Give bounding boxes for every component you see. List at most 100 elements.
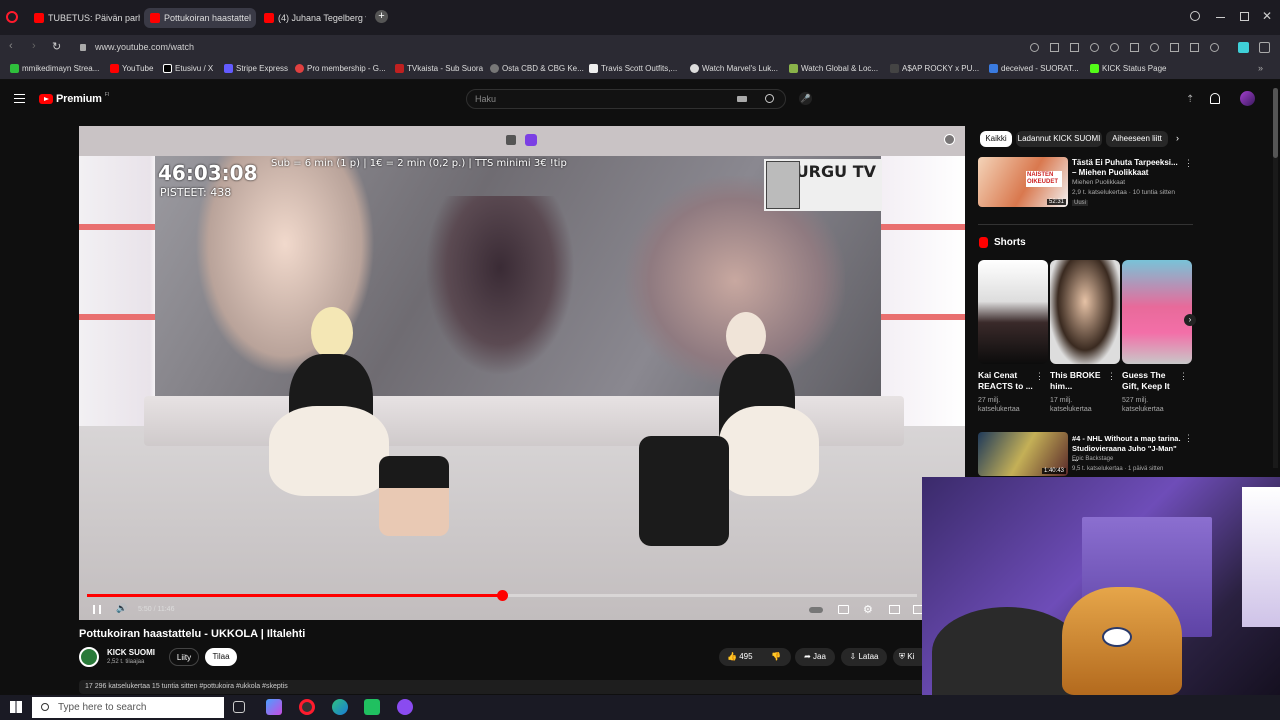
short-thumbnail-1[interactable] — [978, 260, 1048, 364]
maximize-icon[interactable] — [1240, 12, 1249, 21]
chevron-right-icon[interactable]: › — [1176, 133, 1179, 143]
hamburger-menu-icon[interactable] — [14, 94, 25, 103]
close-icon[interactable]: ✕ — [1262, 9, 1272, 23]
bookmark-4[interactable]: Stripe Express — [224, 64, 288, 73]
pause-icon[interactable] — [93, 605, 101, 614]
extension-icons[interactable] — [1030, 43, 1220, 52]
taskbar-search-input[interactable]: Type here to search — [32, 697, 224, 718]
windows-taskbar: Type here to search — [0, 695, 1280, 720]
short-thumbnail-2[interactable] — [1050, 260, 1120, 364]
browser-tab-3[interactable]: (4) Juhana Tegelberg vs La — [258, 8, 366, 28]
like-dislike-button[interactable]: 👍 495 👎 — [719, 648, 791, 666]
extension-aria-icon[interactable] — [1238, 42, 1249, 53]
channel-name[interactable]: KICK SUOMI — [107, 648, 155, 657]
bookmark-3[interactable]: Etusivu / X — [163, 64, 213, 73]
player-controls: 🔊 5:50 / 11:46 ⚙ — [79, 600, 965, 620]
voice-search-icon[interactable]: 🎤 — [799, 92, 812, 105]
info-icon[interactable] — [944, 134, 955, 145]
forward-icon[interactable]: › — [32, 40, 36, 52]
extension-overlay-icon[interactable] — [525, 134, 537, 146]
bookmarks-more-icon[interactable]: » — [1258, 63, 1263, 73]
volume-icon[interactable]: 🔊 — [116, 603, 127, 614]
windows-start-icon[interactable] — [10, 701, 22, 713]
miniplayer-icon[interactable] — [889, 605, 900, 614]
search-tabs-icon[interactable] — [1190, 11, 1200, 21]
bookmark-5[interactable]: Pro membership - G... — [295, 64, 386, 73]
page-scrollbar[interactable] — [1273, 88, 1278, 468]
share-label: Jaa — [813, 652, 826, 661]
more-options-icon[interactable]: ⋮ — [1184, 433, 1193, 444]
youtube-logo[interactable]: Premium FI — [39, 92, 109, 106]
bookmark-label: YouTube — [122, 64, 154, 73]
more-options-icon[interactable]: ⋮ — [1107, 371, 1116, 382]
sidebar-video-bottom[interactable]: 1:40:43 #4 - NHL Without a map tarina. S… — [978, 432, 1193, 476]
bookmark-label: Osta CBD & CBG Ke... — [502, 64, 584, 73]
bookmark-2[interactable]: YouTube — [110, 64, 153, 73]
more-options-icon[interactable]: ⋮ — [1184, 158, 1193, 169]
description-box[interactable]: 17 296 katselukertaa 15 tuntia sitten #p… — [79, 680, 929, 694]
video-player[interactable]: 46:03:08 PISTEET: 438 Sub = 6 min (1 p) … — [79, 126, 965, 620]
share-button[interactable]: ➦ Jaa — [795, 648, 835, 666]
bookmark-13[interactable]: KICK Status Page — [1090, 64, 1166, 73]
task-view-icon[interactable] — [233, 701, 245, 713]
more-options-icon[interactable]: ⋮ — [1179, 371, 1188, 382]
host-legs — [379, 456, 449, 536]
opera-taskbar-icon[interactable] — [299, 699, 315, 715]
bookmark-7[interactable]: Osta CBD & CBG Ke... — [490, 64, 584, 73]
bookmark-10[interactable]: Watch Global & Loc... — [789, 64, 878, 73]
bookmark-11[interactable]: A$AP ROCKY x PU... — [890, 64, 979, 73]
search-input[interactable]: Haku — [466, 89, 786, 109]
sidebar-video-top[interactable]: NAISTEN OIKEUDET 52:31 Tästä Ei Puhuta T… — [978, 157, 1193, 209]
wall-stripe — [79, 314, 155, 320]
pip-overlay-icon[interactable] — [506, 135, 516, 145]
bookmark-8[interactable]: Travis Scott Outfits,... — [589, 64, 677, 73]
app-icon-2[interactable] — [364, 699, 380, 715]
chip-kaikki[interactable]: Kaikki — [980, 131, 1012, 147]
short-views-2: 17 milj. katselukertaa — [1050, 397, 1092, 413]
settings-gear-icon[interactable]: ⚙ — [863, 603, 873, 616]
chip-related[interactable]: Aiheeseen liitt — [1106, 131, 1168, 147]
duration-badge: 52:31 — [1046, 199, 1066, 205]
youtube-favicon-icon — [150, 13, 160, 23]
avatar[interactable] — [1240, 91, 1255, 106]
search-icon[interactable] — [765, 94, 774, 103]
join-button[interactable]: Liity — [169, 648, 199, 666]
chip-channel[interactable]: Ladannut KICK SUOMI — [1016, 131, 1102, 147]
browser-tab-1[interactable]: TUBETUS: Päivän parhaat — [28, 8, 140, 28]
short-thumbnail-3[interactable] — [1122, 260, 1192, 364]
app-icon-3[interactable] — [397, 699, 413, 715]
notifications-bell-icon[interactable] — [1210, 93, 1220, 104]
keyboard-icon[interactable] — [737, 96, 747, 102]
bookmark-6[interactable]: TVkaista - Sub Suora — [395, 64, 483, 73]
autoplay-toggle-icon[interactable] — [809, 607, 823, 613]
new-tab-icon[interactable]: + — [375, 10, 388, 23]
browser-tab-2[interactable]: Pottukoiran haastattel — [144, 8, 256, 28]
shorts-next-icon[interactable]: › — [1184, 314, 1196, 326]
short-views-3: 527 milj. katselukertaa — [1122, 397, 1164, 413]
extensions-menu-icon[interactable] — [1259, 42, 1270, 53]
upload-icon[interactable]: ⇡ — [1186, 94, 1194, 105]
app-icon-1[interactable] — [266, 699, 282, 715]
streamer-headphones — [932, 607, 1082, 695]
channel-avatar[interactable] — [79, 647, 99, 667]
video-meta: 2,9 t. katselukertaa · 10 tuntia sitten — [1072, 189, 1175, 196]
dislike-icon[interactable]: 👎 — [771, 648, 781, 666]
video-progress-bar[interactable] — [87, 590, 917, 601]
thumbnail-text: NAISTEN OIKEUDET — [1026, 171, 1062, 187]
download-button[interactable]: ⇩ Lataa — [841, 648, 887, 666]
bookmark-label: Stripe Express — [236, 64, 289, 73]
more-options-icon[interactable]: ⋮ — [1035, 371, 1044, 382]
reload-icon[interactable]: ↻ — [52, 40, 61, 53]
bookmark-9[interactable]: Watch Marvel's Luk... — [690, 64, 778, 73]
edge-taskbar-icon[interactable] — [332, 699, 348, 715]
bookmark-1[interactable]: mmikedimayn Strea... — [10, 64, 99, 73]
minimize-icon[interactable] — [1216, 17, 1225, 18]
subtitles-icon[interactable] — [838, 605, 849, 614]
subscribe-button[interactable]: Tilaa — [205, 648, 237, 666]
opera-logo-icon[interactable] — [6, 11, 18, 23]
shorts-logo-icon — [979, 236, 988, 248]
back-icon[interactable]: ‹ — [9, 40, 13, 52]
bookmark-12[interactable]: deceived - SUORAT... — [989, 64, 1079, 73]
bookmark-label: Pro membership - G... — [307, 64, 386, 73]
bookmark-label: deceived - SUORAT... — [1001, 64, 1079, 73]
